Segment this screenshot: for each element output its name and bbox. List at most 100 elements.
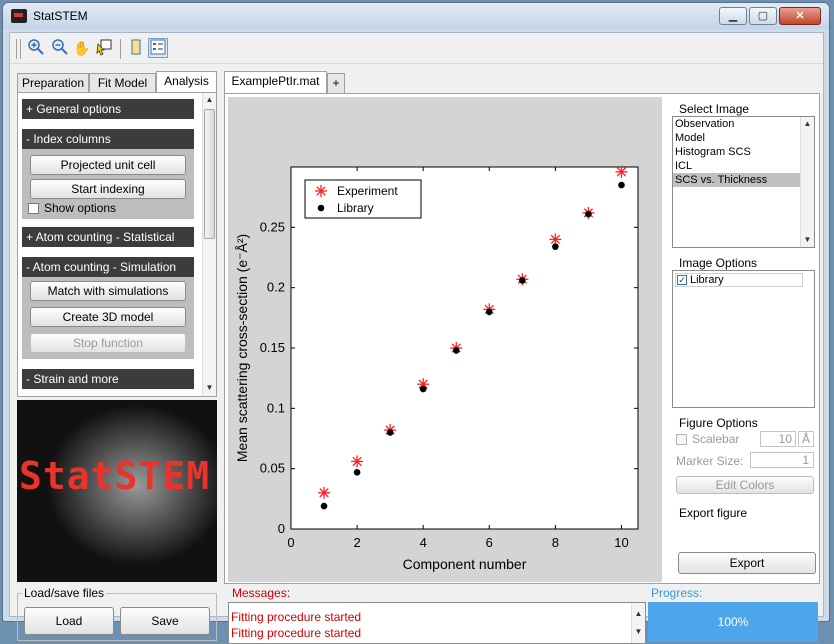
tab-preparation[interactable]: Preparation [17, 73, 89, 93]
projected-unit-cell-button[interactable]: Projected unit cell [30, 155, 186, 175]
library-point [386, 429, 394, 436]
message-line: Fitting procedure started [231, 626, 362, 640]
maximize-button[interactable]: ▢ [749, 7, 777, 25]
image-options-title: Image Options [677, 256, 760, 270]
logo-text: StatSTEM [19, 454, 211, 498]
create-3d-model-button[interactable]: Create 3D model [30, 307, 186, 327]
index-columns-body: Projected unit cell Start indexing Show … [22, 149, 194, 219]
scroll-down-icon[interactable]: ▼ [632, 625, 645, 639]
library-checkbox[interactable]: ✓ [677, 275, 687, 285]
x-tick-label: 2 [353, 535, 360, 550]
messages-title: Messages: [232, 586, 291, 600]
stop-function-button[interactable]: Stop function [30, 333, 186, 353]
statstem-logo: StatSTEM [17, 400, 217, 582]
marker-size-field[interactable]: 1 [750, 452, 814, 468]
select-image-title: Select Image [677, 102, 752, 116]
load-button[interactable]: Load [24, 607, 114, 635]
messages-box[interactable]: Fitting procedure started Fitting proced… [228, 602, 646, 644]
scroll-thumb[interactable] [204, 109, 215, 239]
zoom-out-icon[interactable] [50, 38, 70, 58]
library-point [419, 385, 427, 393]
figure-options-body: Scalebar 10 Å Marker Size: 1 Edit Colors [672, 430, 815, 504]
library-point [552, 243, 559, 250]
library-point [519, 277, 526, 284]
start-indexing-button[interactable]: Start indexing [30, 179, 186, 199]
x-tick-label: 8 [552, 535, 559, 550]
select-image-item[interactable]: SCS vs. Thickness [673, 173, 802, 187]
tab-fit-model[interactable]: Fit Model [89, 73, 156, 93]
tab-add[interactable]: + [327, 73, 345, 93]
scalebar-value-field[interactable]: 10 [760, 431, 796, 447]
data-cursor-icon[interactable] [94, 38, 114, 58]
y-axis-label: Mean scattering cross-section (e⁻Å²) [234, 234, 250, 462]
legend-icon[interactable] [148, 38, 168, 58]
scroll-up-icon[interactable]: ▲ [632, 607, 645, 621]
close-button[interactable]: ✕ [779, 7, 821, 25]
loadsave-group: Load/save files Load Save [17, 586, 217, 641]
image-options-box: ✓ Library [672, 270, 815, 408]
select-image-list[interactable]: Observation Model Histogram SCS ICL SCS vs. … [672, 116, 815, 248]
scroll-up-icon[interactable]: ▲ [203, 93, 216, 107]
library-label: Library [690, 274, 724, 286]
loadsave-title: Load/save files [22, 586, 107, 600]
save-button[interactable]: Save [120, 607, 210, 635]
y-tick-label: 0.05 [260, 461, 285, 476]
library-point [585, 210, 592, 218]
scroll-down-icon[interactable]: ▼ [203, 381, 216, 395]
left-panel-scrollbar[interactable]: ▲ ▼ [202, 93, 216, 396]
export-title: Export figure [677, 506, 750, 520]
pan-hand-icon[interactable]: ✋ [72, 38, 92, 58]
library-point [353, 468, 361, 476]
tab-analysis[interactable]: Analysis [156, 71, 217, 93]
select-image-item[interactable]: ICL [673, 159, 802, 173]
scroll-up-icon[interactable]: ▲ [801, 117, 814, 131]
client-area: ✋ Preparation Fit Model Analysis + Gener… [9, 32, 824, 644]
message-line: Fitting procedure started [231, 610, 362, 624]
edit-colors-button[interactable]: Edit Colors [676, 476, 814, 494]
messages-scrollbar[interactable]: ▲ ▼ [631, 603, 645, 643]
legend-library-marker [317, 204, 325, 212]
show-options-label: Show options [44, 201, 117, 215]
section-atom-counting-statistical[interactable]: + Atom counting - Statistical [22, 227, 194, 247]
library-point [618, 181, 625, 189]
legend-library-label: Library [337, 201, 374, 215]
export-button[interactable]: Export [678, 552, 816, 574]
window-title: StatSTEM [33, 9, 88, 23]
title-bar: StatSTEM ▁ ▢ ✕ [3, 3, 829, 29]
section-general-options[interactable]: + General options [22, 99, 194, 119]
plot-area [290, 166, 639, 530]
legend-experiment-label: Experiment [337, 184, 398, 198]
toolbar: ✋ [10, 33, 823, 64]
match-simulations-button[interactable]: Match with simulations [30, 281, 186, 301]
y-tick-label: 0 [278, 521, 285, 536]
scalebar-label: Scalebar [692, 432, 740, 446]
y-tick-label: 0.25 [260, 219, 285, 234]
zoom-in-icon[interactable] [26, 38, 46, 58]
select-image-scrollbar[interactable]: ▲ ▼ [800, 117, 814, 247]
x-tick-label: 6 [486, 535, 493, 550]
x-tick-label: 0 [287, 535, 294, 550]
plot-background: 0 2 4 6 8 10 0 0.05 0.1 0.15 0.2 0.25 Component numb… [228, 97, 662, 582]
minimize-button[interactable]: ▁ [719, 7, 747, 25]
scalebar-checkbox[interactable] [676, 434, 687, 445]
y-tick-label: 0.1 [267, 400, 285, 415]
select-image-item[interactable]: Model [673, 131, 802, 145]
select-image-item[interactable]: Observation [673, 117, 802, 131]
section-index-columns[interactable]: - Index columns [22, 129, 194, 149]
x-tick-label: 10 [614, 535, 628, 550]
x-axis-label: Component number [403, 556, 527, 572]
library-option-row[interactable]: ✓ Library [675, 273, 803, 287]
section-strain-and-more[interactable]: - Strain and more [22, 369, 194, 389]
scroll-down-icon[interactable]: ▼ [801, 233, 814, 247]
tab-file[interactable]: ExamplePtIr.mat [224, 71, 327, 93]
library-point [485, 308, 493, 316]
show-options-checkbox[interactable] [28, 203, 39, 214]
x-tick-label: 4 [420, 535, 427, 550]
app-window: StatSTEM ▁ ▢ ✕ ✋ Preparation Fit Model A… [2, 2, 830, 644]
select-image-item[interactable]: Histogram SCS [673, 145, 802, 159]
scs-vs-thickness-chart[interactable]: 0 2 4 6 8 10 0 0.05 0.1 0.15 0.2 0.25 Component numb… [228, 97, 662, 582]
colorbar-icon[interactable] [126, 38, 146, 58]
y-tick-label: 0.2 [267, 280, 285, 295]
section-atom-counting-simulation[interactable]: - Atom counting - Simulation [22, 257, 194, 277]
figure-tab-content: 0 2 4 6 8 10 0 0.05 0.1 0.15 0.2 0.25 Component numb… [224, 93, 820, 584]
